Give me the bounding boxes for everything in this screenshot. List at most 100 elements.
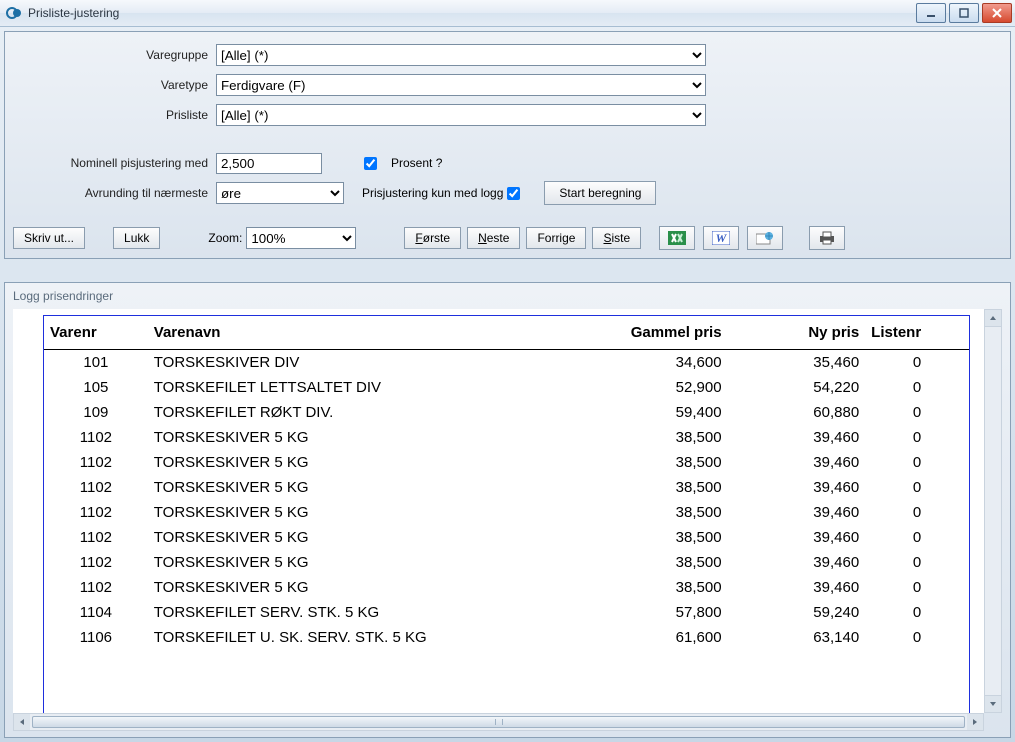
cell-gammel: 38,500	[567, 425, 727, 450]
cell-ny: 54,220	[728, 375, 866, 400]
cell-gammel: 59,400	[567, 400, 727, 425]
cell-gammel: 38,500	[567, 450, 727, 475]
col-varenavn: Varenavn	[148, 316, 568, 350]
prisliste-label: Prisliste	[13, 108, 216, 122]
prisjustering-label: Prisjustering kun med logg	[362, 186, 503, 200]
varetype-label: Varetype	[13, 78, 216, 92]
cell-listenr: 0	[865, 350, 969, 376]
vertical-scrollbar[interactable]	[984, 309, 1002, 713]
horizontal-scrollbar[interactable]	[13, 713, 984, 731]
cell-listenr: 0	[865, 475, 969, 500]
report-sheet: Varenr Varenavn Gammel pris Ny pris List…	[43, 315, 970, 713]
cell-ny: 35,460	[728, 350, 866, 376]
excel-icon	[668, 231, 686, 245]
varetype-select[interactable]: Ferdigvare (F)	[216, 74, 706, 96]
prev-page-button[interactable]: Forrige	[526, 227, 586, 249]
table-row: 1102TORSKESKIVER 5 KG38,50039,4600	[44, 450, 969, 475]
cell-ny: 39,460	[728, 425, 866, 450]
cell-gammel: 61,600	[567, 625, 727, 650]
cell-ny: 39,460	[728, 475, 866, 500]
table-row: 1102TORSKESKIVER 5 KG38,50039,4600	[44, 500, 969, 525]
cell-varenavn: TORSKESKIVER DIV	[148, 350, 568, 376]
scroll-thumb[interactable]	[32, 716, 965, 728]
table-header-row: Varenr Varenavn Gammel pris Ny pris List…	[44, 316, 969, 350]
zoom-select[interactable]: 100%	[246, 227, 356, 249]
t: iste	[612, 231, 631, 245]
zoom-label: Zoom:	[208, 231, 242, 245]
table-row: 101TORSKESKIVER DIV34,60035,4600	[44, 350, 969, 376]
cell-ny: 59,240	[728, 600, 866, 625]
table-row: 1102TORSKESKIVER 5 KG38,50039,4600	[44, 550, 969, 575]
t: ørste	[423, 231, 450, 245]
cell-varenavn: TORSKEFILET RØKT DIV.	[148, 400, 568, 425]
cell-listenr: 0	[865, 375, 969, 400]
cell-listenr: 0	[865, 550, 969, 575]
first-page-button[interactable]: Første	[404, 227, 461, 249]
cell-gammel: 34,600	[567, 350, 727, 376]
form-panel: Varegruppe [Alle] (*) Varetype Ferdigvar…	[4, 31, 1011, 259]
cell-varenavn: TORSKEFILET U. SK. SERV. STK. 5 KG	[148, 625, 568, 650]
varegruppe-select[interactable]: [Alle] (*)	[216, 44, 706, 66]
avrunding-label: Avrunding til nærmeste	[13, 186, 216, 200]
cell-ny: 63,140	[728, 625, 866, 650]
col-gammel: Gammel pris	[567, 316, 727, 350]
cell-varenr: 1104	[44, 600, 148, 625]
scroll-right-button[interactable]	[967, 714, 983, 730]
cell-varenr: 1102	[44, 450, 148, 475]
word-icon: W	[712, 231, 730, 245]
cell-varenavn: TORSKEFILET SERV. STK. 5 KG	[148, 600, 568, 625]
table-row: 1102TORSKESKIVER 5 KG38,50039,4600	[44, 425, 969, 450]
lukk-button[interactable]: Lukk	[113, 227, 160, 249]
table-row: 1104TORSKEFILET SERV. STK. 5 KG57,80059,…	[44, 600, 969, 625]
last-page-button[interactable]: Siste	[592, 227, 641, 249]
prosent-checkbox[interactable]	[364, 157, 377, 170]
skriv-ut-button[interactable]: Skriv ut...	[13, 227, 85, 249]
cell-varenavn: TORSKESKIVER 5 KG	[148, 575, 568, 600]
cell-gammel: 38,500	[567, 575, 727, 600]
cell-varenr: 1102	[44, 425, 148, 450]
export-word-button[interactable]: W	[703, 226, 739, 250]
table-row: 109 TORSKEFILET RØKT DIV.59,40060,8800	[44, 400, 969, 425]
cell-ny: 39,460	[728, 550, 866, 575]
cell-varenavn: TORSKESKIVER 5 KG	[148, 550, 568, 575]
export-excel-button[interactable]	[659, 226, 695, 250]
cell-varenavn: TORSKESKIVER 5 KG	[148, 525, 568, 550]
t: e	[569, 231, 576, 245]
prisliste-select[interactable]: [Alle] (*)	[216, 104, 706, 126]
scroll-left-button[interactable]	[14, 714, 30, 730]
maximize-button[interactable]	[949, 3, 979, 23]
cell-gammel: 52,900	[567, 375, 727, 400]
scroll-grip-icon	[495, 719, 503, 725]
close-button[interactable]	[982, 3, 1012, 23]
scroll-track[interactable]	[30, 714, 967, 730]
nominell-input[interactable]	[216, 153, 322, 174]
export-html-button[interactable]	[747, 226, 783, 250]
cell-listenr: 0	[865, 625, 969, 650]
cell-ny: 39,460	[728, 500, 866, 525]
cell-varenr: 101	[44, 350, 148, 376]
title-bar: Prisliste-justering	[0, 0, 1015, 27]
minimize-button[interactable]	[916, 3, 946, 23]
cell-listenr: 0	[865, 600, 969, 625]
nominell-label: Nominell pisjustering med	[13, 156, 216, 170]
col-listenr: Listenr	[865, 316, 969, 350]
avrunding-select[interactable]: øre	[216, 182, 344, 204]
prosent-label: Prosent ?	[391, 156, 442, 170]
scroll-up-button[interactable]	[985, 310, 1001, 327]
col-varenr: Varenr	[44, 316, 148, 350]
table-row: 1102TORSKESKIVER 5 KG38,50039,4600	[44, 575, 969, 600]
app-icon	[6, 5, 22, 21]
prisjustering-checkbox[interactable]	[507, 187, 520, 200]
scroll-down-button[interactable]	[985, 695, 1001, 712]
cell-ny: 39,460	[728, 450, 866, 475]
cell-gammel: 57,800	[567, 600, 727, 625]
next-page-button[interactable]: Neste	[467, 227, 520, 249]
print-button[interactable]	[809, 226, 845, 250]
cell-gammel: 38,500	[567, 525, 727, 550]
report-title: Logg prisendringer	[13, 289, 1002, 303]
cell-varenr: 1102	[44, 575, 148, 600]
cell-varenr: 105	[44, 375, 148, 400]
start-beregning-button[interactable]: Start beregning	[544, 181, 656, 205]
report-area: Varenr Varenavn Gammel pris Ny pris List…	[13, 309, 984, 713]
cell-gammel: 38,500	[567, 500, 727, 525]
